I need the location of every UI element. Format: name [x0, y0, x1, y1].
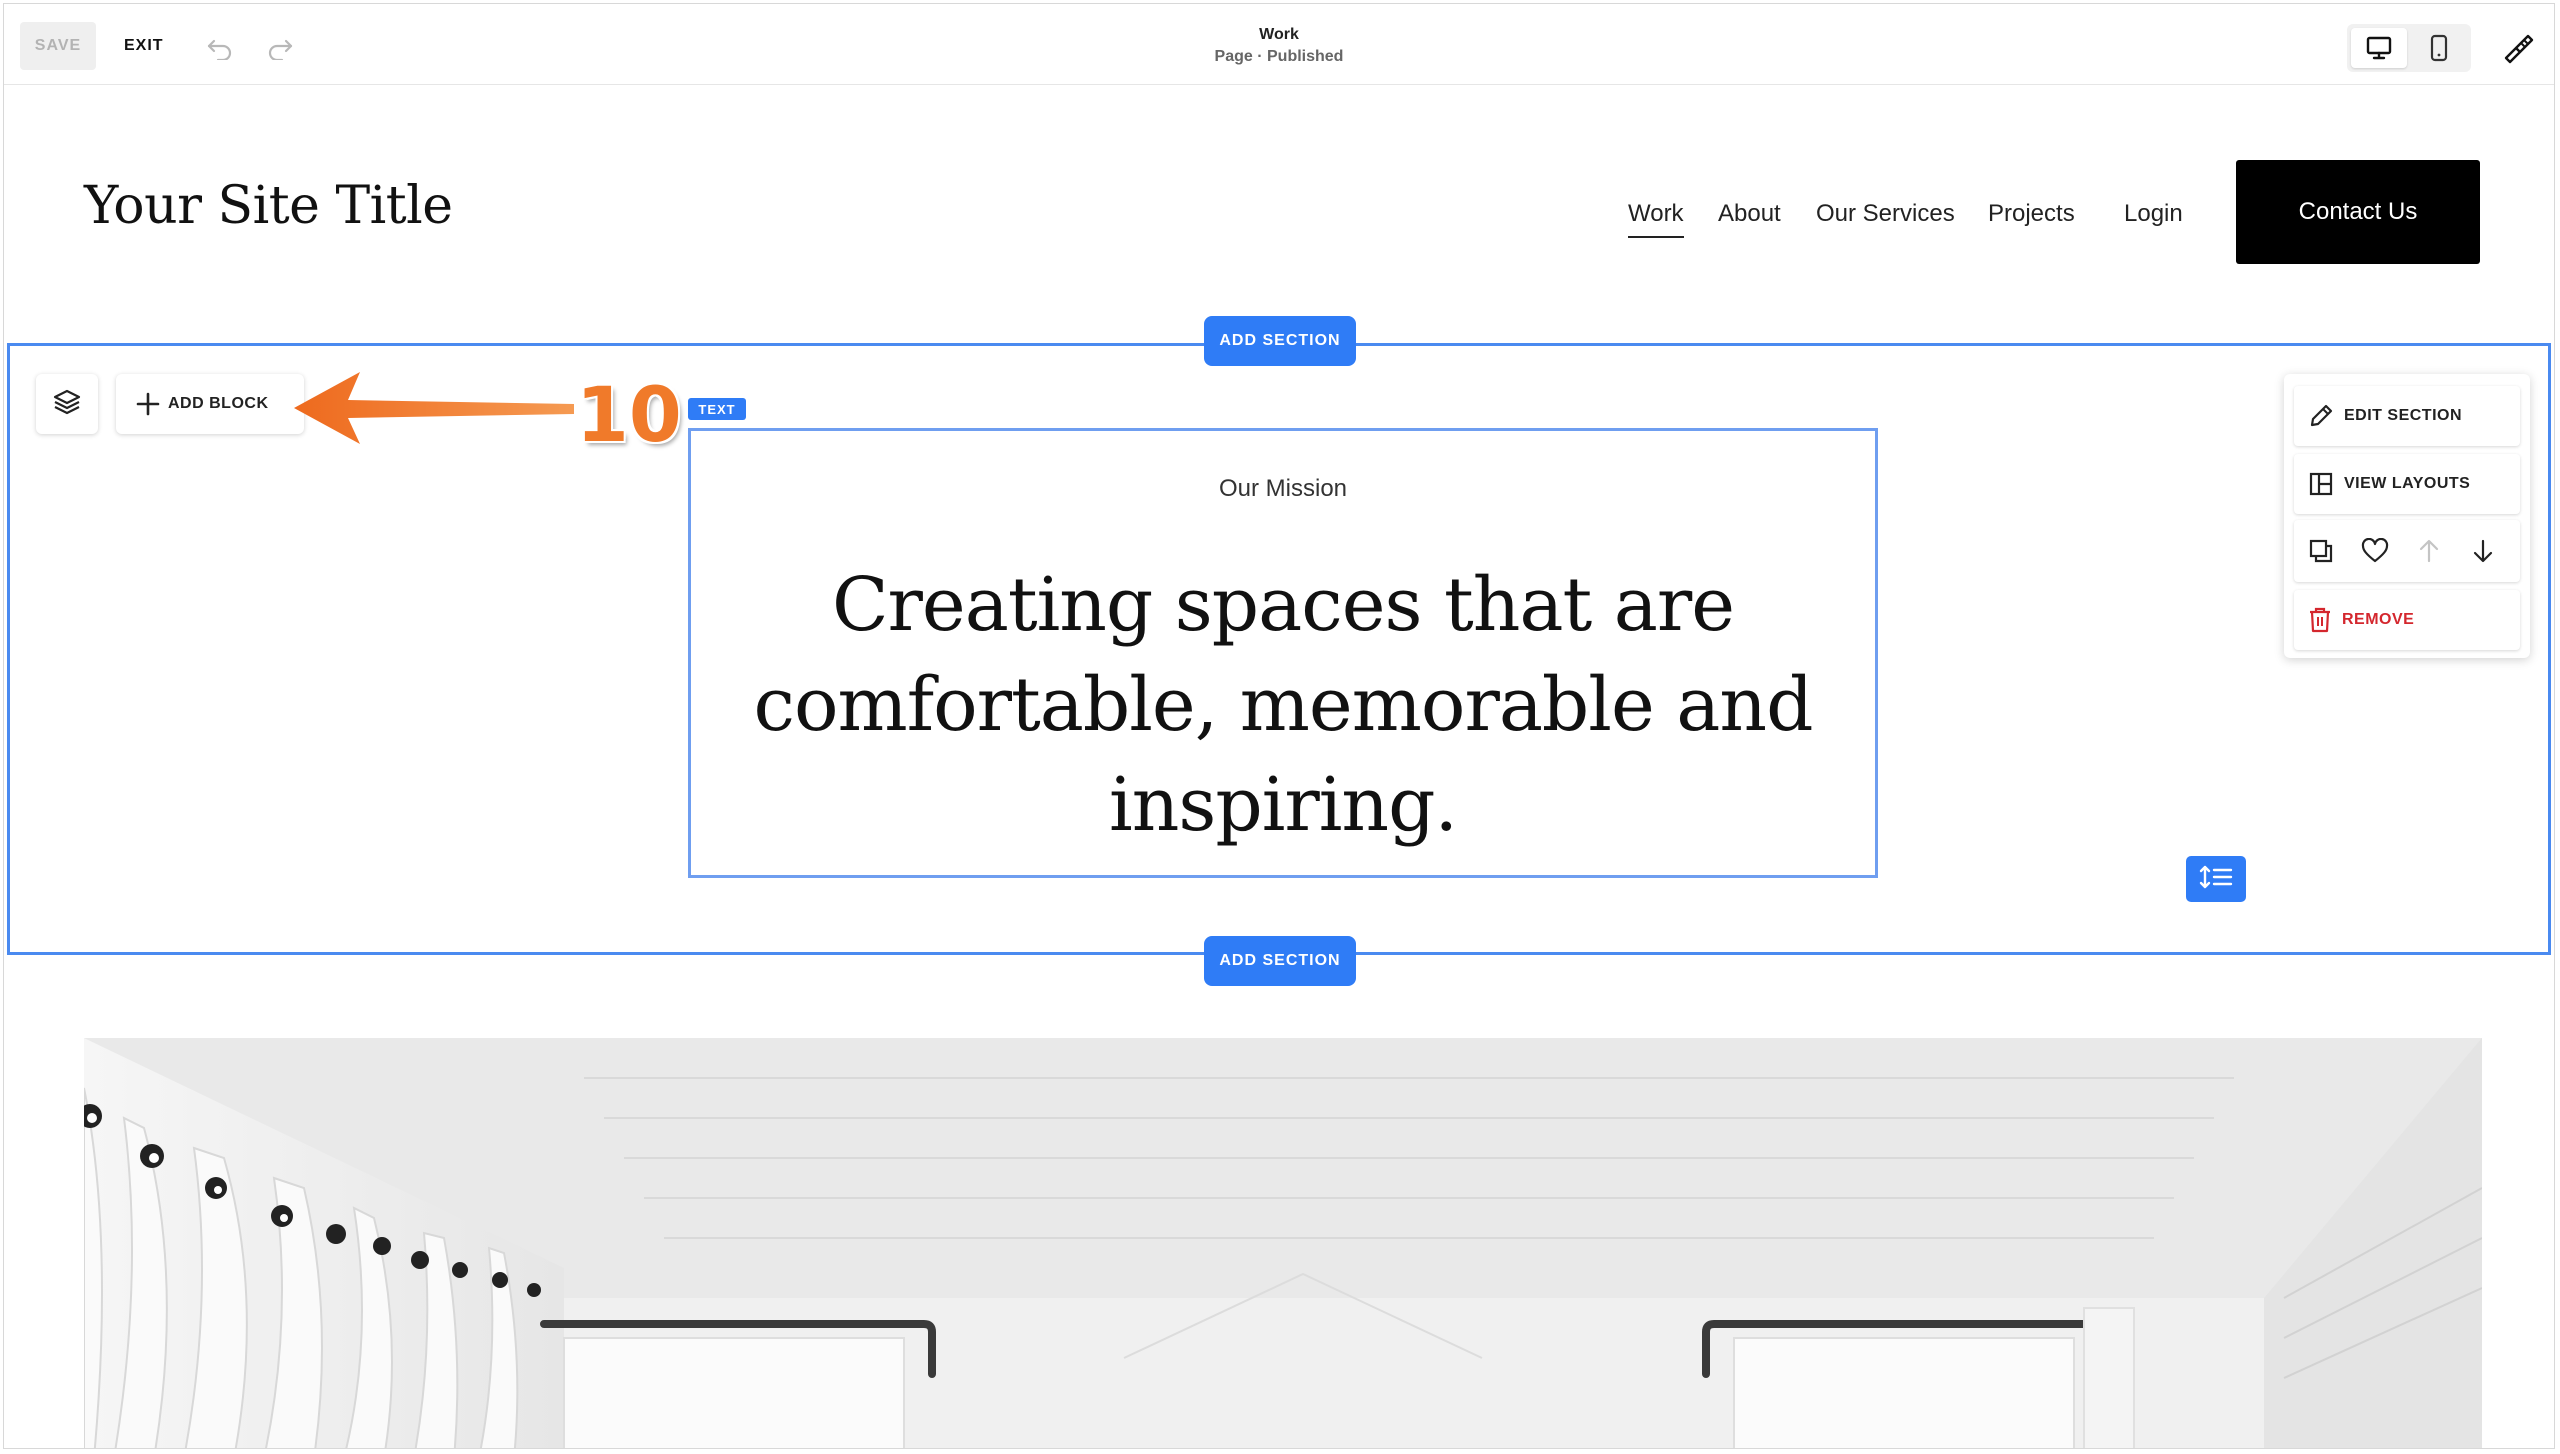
page-title: Work: [1259, 26, 1299, 43]
edit-section-label: EDIT SECTION: [2344, 407, 2463, 424]
remove-section-button[interactable]: REMOVE: [2294, 590, 2520, 650]
add-section-top-button[interactable]: ADD SECTION: [1204, 316, 1356, 366]
heart-icon[interactable]: [2354, 530, 2396, 572]
headline-text[interactable]: Creating spaces that are comfortable, me…: [691, 555, 1875, 855]
page-status: Page · Published: [1214, 48, 1344, 65]
mission-label: Our Mission: [1218, 475, 1348, 502]
contact-us-button[interactable]: Contact Us: [2236, 160, 2480, 264]
annotation-arrow-icon: [290, 368, 580, 448]
site-title[interactable]: Your Site Title: [84, 176, 453, 236]
add-section-bottom-button[interactable]: ADD SECTION: [1204, 936, 1356, 986]
move-up-icon[interactable]: [2408, 530, 2450, 572]
pencil-icon: [2308, 403, 2334, 429]
edit-section-button[interactable]: EDIT SECTION: [2294, 386, 2520, 446]
section-spacing-button[interactable]: [2186, 856, 2246, 902]
editor-frame: SAVE EXIT Work Page · Published Your Sit…: [3, 3, 2555, 1449]
text-block-badge: TEXT: [688, 398, 746, 420]
hero-image: [84, 1038, 2482, 1448]
nav-projects[interactable]: Projects: [1988, 200, 2075, 228]
layout-icon: [2308, 471, 2334, 497]
page-info: Work Page · Published: [4, 24, 2554, 68]
mobile-icon[interactable]: [2411, 28, 2467, 68]
editor-toolbar: SAVE EXIT Work Page · Published: [4, 4, 2554, 85]
plus-icon: [136, 392, 160, 416]
line-spacing-icon: [2199, 864, 2233, 895]
view-layouts-label: VIEW LAYOUTS: [2344, 475, 2471, 492]
nav-login[interactable]: Login: [2124, 200, 2183, 228]
move-down-icon[interactable]: [2462, 530, 2504, 572]
remove-section-label: REMOVE: [2342, 611, 2415, 628]
layers-icon: [52, 387, 82, 422]
device-toggle: [2347, 24, 2471, 72]
site-styles-icon[interactable]: [2498, 28, 2538, 68]
annotation-step-number: 10: [576, 370, 682, 459]
trash-icon: [2308, 607, 2332, 633]
desktop-icon[interactable]: [2351, 28, 2407, 68]
nav-about[interactable]: About: [1718, 200, 1781, 228]
view-layouts-button[interactable]: VIEW LAYOUTS: [2294, 454, 2520, 514]
add-block-label: ADD BLOCK: [168, 395, 269, 412]
nav-work[interactable]: Work: [1628, 200, 1684, 238]
duplicate-icon[interactable]: [2300, 530, 2342, 572]
nav-our-services[interactable]: Our Services: [1816, 200, 1955, 228]
add-block-button[interactable]: ADD BLOCK: [116, 374, 304, 434]
layers-button[interactable]: [36, 374, 98, 434]
section-actions: [2294, 520, 2520, 582]
section-menu: EDIT SECTION VIEW LAYOUTS REMOVE: [2284, 374, 2530, 658]
text-block[interactable]: Our Mission Creating spaces that are com…: [688, 428, 1878, 878]
